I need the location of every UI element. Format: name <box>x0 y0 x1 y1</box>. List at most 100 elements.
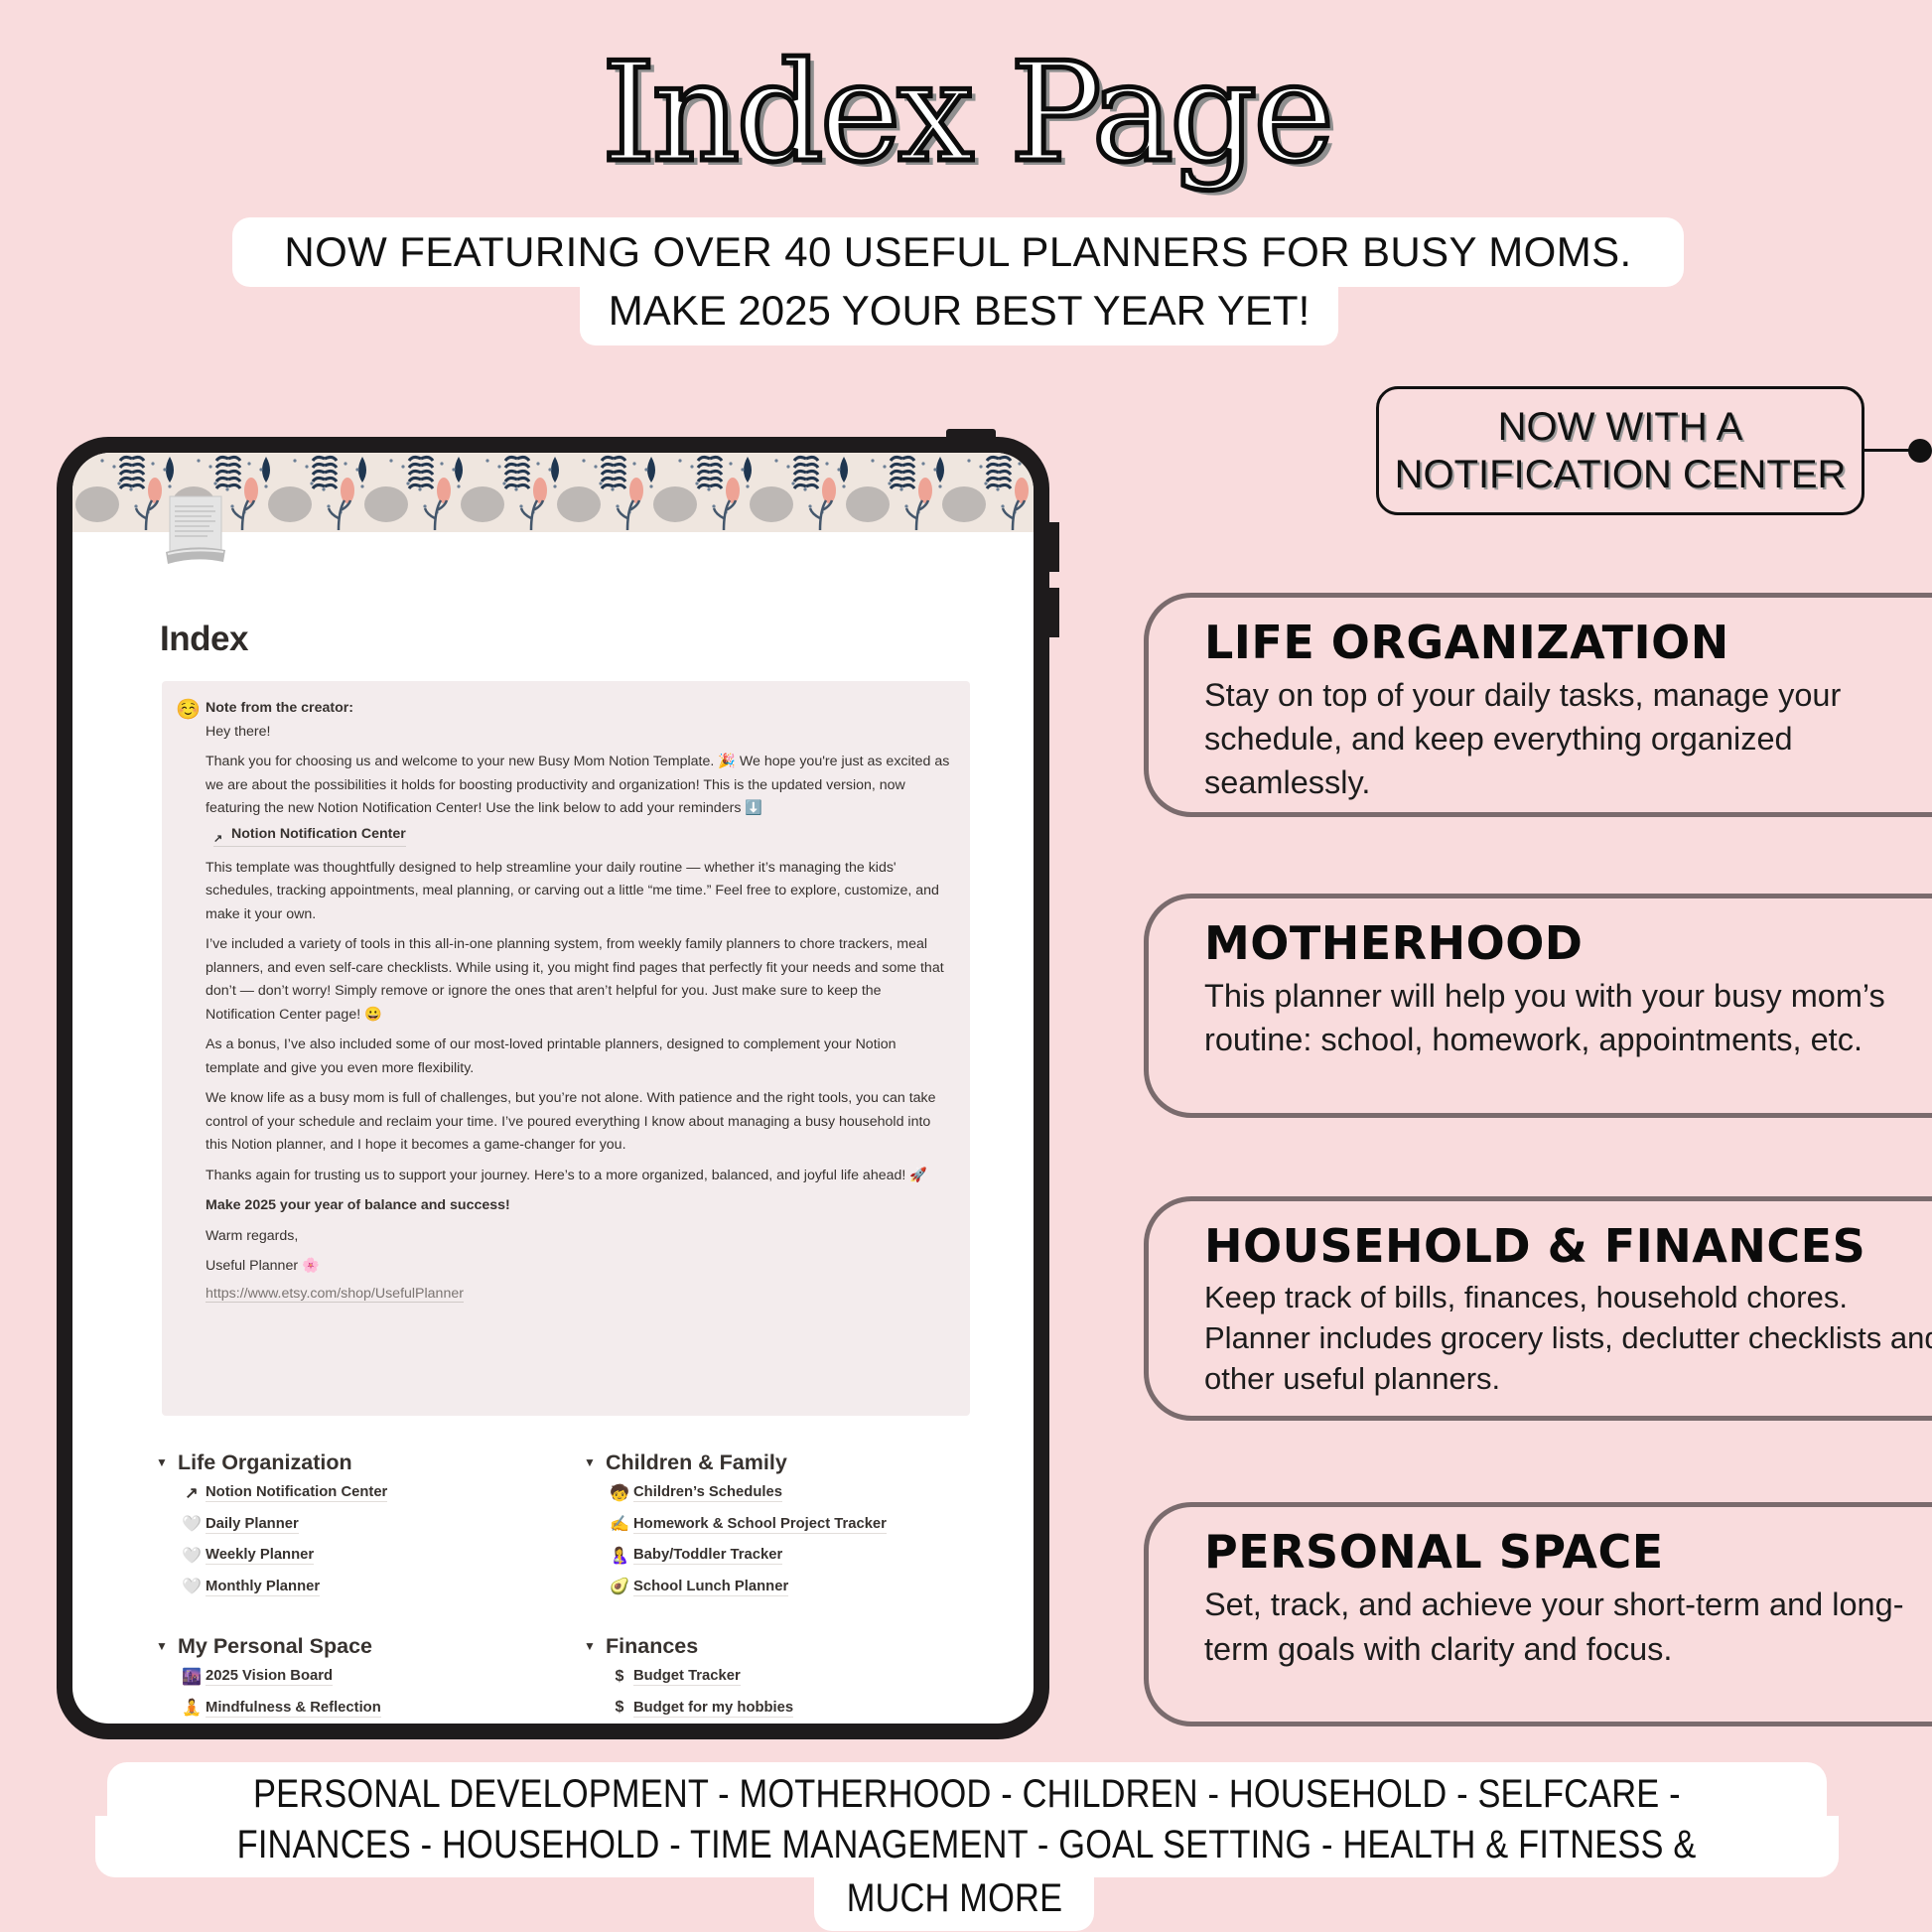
fern-motif <box>600 455 627 489</box>
link-arrow-icon: ↗ <box>213 832 223 845</box>
toggle-header[interactable]: ▼ Finances <box>584 1631 1001 1661</box>
navy-leaf-motif <box>744 457 752 483</box>
page-link-item[interactable]: $ Budget Tracker <box>608 1661 1001 1693</box>
smiling-face-icon: ☺️ <box>176 699 201 721</box>
toggle-triangle-icon[interactable]: ▼ <box>156 1639 178 1653</box>
dot-motif <box>225 487 229 491</box>
dot-motif <box>842 484 846 488</box>
callout-paragraph: Thanks again for trusting us to support … <box>206 1167 927 1183</box>
pink-leaf-motif <box>244 478 258 503</box>
page-link-item[interactable]: 🧘 Mindfulness & Reflection <box>180 1693 573 1725</box>
pink-leaf-motif <box>918 478 932 503</box>
white-heart-icon: 🤍 <box>182 1579 202 1596</box>
badge-line2: NOTIFICATION CENTER <box>1394 453 1847 496</box>
dot-motif <box>457 484 461 488</box>
writing-hand-icon: ✍️ <box>610 1516 629 1534</box>
dot-motif <box>322 487 326 491</box>
fern-motif <box>889 455 916 489</box>
callout-paragraph: Thank you for choosing us and welcome to… <box>206 754 950 816</box>
feature-card-personal-space: PERSONAL SPACE Set, track, and achieve y… <box>1144 1502 1932 1726</box>
dot-motif <box>344 462 347 466</box>
toggle-triangle-icon[interactable]: ▼ <box>584 1455 606 1469</box>
page-link-item[interactable]: 🤱 Baby/Toddler Tracker <box>608 1540 1001 1572</box>
navy-leaf-motif <box>840 457 848 483</box>
feature-description: Stay on top of your daily tasks, manage … <box>1204 677 1842 800</box>
dot-motif <box>423 504 427 508</box>
navy-leaf-motif <box>455 457 463 483</box>
toggle-header[interactable]: ▼ My Personal Space <box>156 1631 573 1661</box>
page-title: Index Page <box>599 33 1336 193</box>
callout-heading: Note from the creator: <box>206 700 353 716</box>
page-link-item[interactable]: 🌆 2025 Vision Board <box>180 1661 573 1693</box>
dot-motif <box>616 504 620 508</box>
feature-title: HOUSEHOLD & FINANCES <box>1204 1219 1866 1273</box>
dot-motif <box>1030 468 1034 472</box>
dot-motif <box>594 465 598 469</box>
page-link-item[interactable]: 🤍 Weekly Planner <box>180 1540 573 1572</box>
sprig-motif <box>230 499 256 531</box>
grey-flower-motif <box>653 486 697 522</box>
dot-motif <box>168 484 172 488</box>
subtitle-text-line2: MAKE 2025 YOUR BEST YEAR YET! <box>608 287 1311 334</box>
etsy-shop-link[interactable]: https://www.etsy.com/shop/UsefulPlanner <box>206 1286 464 1303</box>
fern-motif <box>696 455 724 489</box>
dot-motif <box>208 465 212 469</box>
city-sunset-icon: 🌆 <box>182 1668 202 1686</box>
dot-motif <box>355 468 359 472</box>
dot-motif <box>452 468 456 472</box>
page-link-item[interactable]: 🤍 Daily Planner <box>180 1509 573 1541</box>
dot-motif <box>151 462 155 466</box>
badge-line1: NOW WITH A <box>1497 405 1743 449</box>
dot-motif <box>418 487 422 491</box>
grey-flower-motif <box>846 486 890 522</box>
feature-description: Set, track, and achieve your short-term … <box>1204 1587 1904 1667</box>
pink-leaf-motif <box>629 478 643 503</box>
toggle-triangle-icon[interactable]: ▼ <box>584 1639 606 1653</box>
page-link-item[interactable]: ↗ Notion Notification Center <box>180 1477 573 1509</box>
callout-paragraph: We know life as a busy mom is full of ch… <box>206 1090 936 1153</box>
notion-notification-center-link[interactable]: ↗ Notion Notification Center <box>213 826 406 847</box>
dot-motif <box>599 482 603 485</box>
dot-motif <box>117 482 121 485</box>
grey-flower-motif <box>364 486 408 522</box>
toggle-header[interactable]: ▼ Children & Family <box>584 1448 1001 1477</box>
page-link-item[interactable]: 🧒 Children’s Schedules <box>608 1477 1001 1509</box>
toggle-section-children-family: ▼ Children & Family 🧒 Children’s Schedule… <box>584 1448 1001 1602</box>
dot-motif <box>497 465 501 469</box>
dot-motif <box>1018 462 1022 466</box>
dot-motif <box>803 487 807 491</box>
dot-motif <box>305 465 309 469</box>
fern-motif <box>792 455 820 489</box>
fern-motif <box>407 455 435 489</box>
dot-motif <box>825 462 829 466</box>
dot-motif <box>888 482 892 485</box>
sprig-motif <box>904 499 930 531</box>
grey-flower-motif <box>750 486 793 522</box>
dollar-icon: $ <box>615 1699 624 1717</box>
page-link-item[interactable]: ✍️ Homework & School Project Tracker <box>608 1509 1001 1541</box>
toggle-header[interactable]: ▼ Life Organization <box>156 1448 573 1477</box>
fern-motif <box>214 455 242 489</box>
dot-motif <box>808 504 812 508</box>
page-link-item[interactable]: 🥑 School Lunch Planner <box>608 1572 1001 1603</box>
callout-closing: Make 2025 your year of balance and succe… <box>206 1197 510 1213</box>
dollar-icon: $ <box>615 1667 624 1685</box>
page-link-item[interactable]: 🤍 Monthly Planner <box>180 1572 573 1603</box>
fern-motif <box>311 455 339 489</box>
toggle-triangle-icon[interactable]: ▼ <box>156 1455 178 1469</box>
dot-motif <box>904 504 908 508</box>
dot-motif <box>548 468 552 472</box>
dot-motif <box>984 482 988 485</box>
dot-motif <box>644 468 648 472</box>
feature-card-household-finances: HOUSEHOLD & FINANCES Keep track of bills… <box>1144 1196 1932 1421</box>
dot-motif <box>979 465 983 469</box>
page-link-item[interactable]: $ Budget for my hobbies <box>608 1693 1001 1725</box>
sprig-motif <box>327 499 352 531</box>
dot-motif <box>247 462 251 466</box>
callout-paragraph: I’ve included a variety of tools in this… <box>206 936 944 1023</box>
dot-motif <box>389 459 393 463</box>
sprig-motif <box>519 499 545 531</box>
toggle-title: Life Organization <box>178 1449 352 1474</box>
scroll-icon[interactable] <box>164 494 229 566</box>
dot-motif <box>514 487 518 491</box>
